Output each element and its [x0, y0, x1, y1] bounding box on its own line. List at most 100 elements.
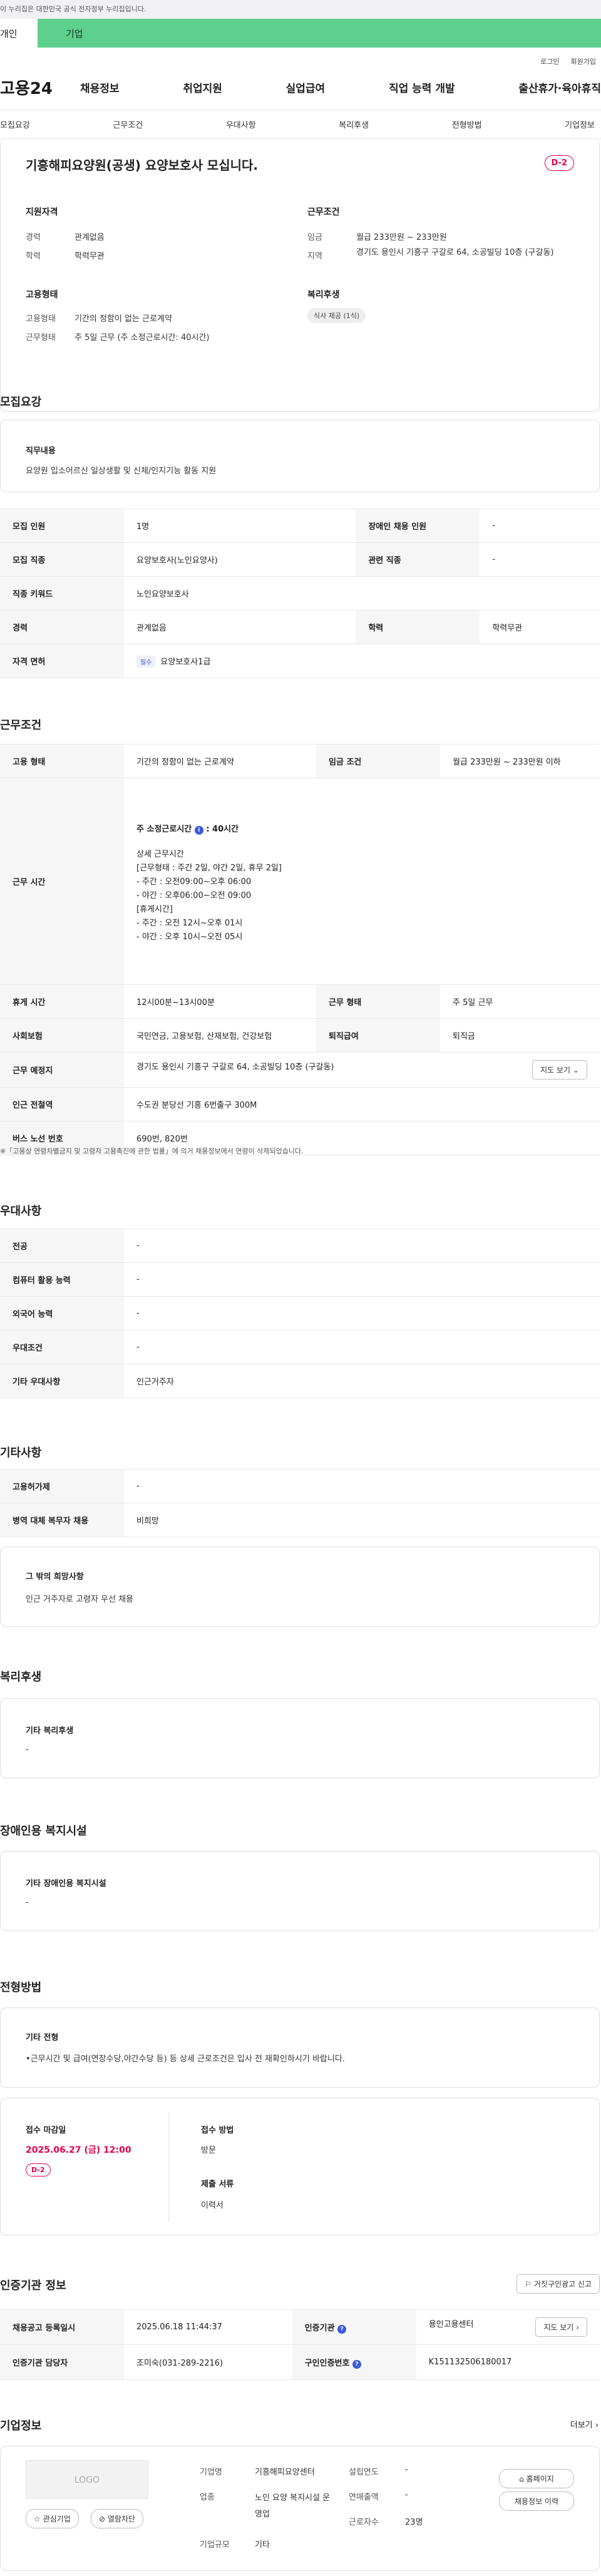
job-history-button[interactable]: 채용정보 이력	[499, 2491, 574, 2511]
region-label: 지역	[307, 252, 322, 261]
hours-value: : 40시간	[206, 824, 239, 834]
row-label: 퇴직급여	[316, 1018, 441, 1053]
table-row: 인근 전철역 수도권 분당선 기흥 6번출구 300M	[0, 1087, 600, 1121]
size-value: 기타	[255, 2540, 270, 2550]
welfare-box: 기타 복리후생 -	[0, 1698, 600, 1778]
work-value: 주 5일 근무 (주 소정근로시간: 40시간)	[74, 333, 210, 343]
table-row: 직종 키워드 노인요양보호사	[0, 576, 600, 611]
row-value: -	[124, 1296, 600, 1331]
gnb-jobs[interactable]: 채용정보	[80, 80, 120, 95]
row-value: -	[480, 508, 600, 543]
career-label: 경력	[26, 233, 41, 242]
gnb-unemployment-benefit[interactable]: 실업급여	[286, 80, 326, 95]
gnb-employment-support[interactable]: 취업지원	[183, 80, 222, 95]
anchor-recruit[interactable]: 모집요강	[0, 118, 30, 130]
chevron-right-icon: ›	[595, 2421, 598, 2430]
block-view-button[interactable]: ⊘ 열람차단	[91, 2509, 144, 2528]
login-link[interactable]: 로그인	[540, 56, 559, 66]
emp-type-value: 기간의 정함이 없는 근로계약	[74, 314, 172, 324]
welfare-label: 기타 복리후생	[26, 1726, 74, 1736]
anchor-welfare[interactable]: 복리후생	[339, 118, 369, 130]
tab-company[interactable]: 기업	[38, 19, 601, 48]
prefer-table: 전공 - 컴퓨터 활용 능력 - 외국어 능력 - 우대조건 - 기타 우대사항 인근거주…	[0, 1229, 600, 1398]
hours-title: 주 소정근로시간	[136, 824, 192, 834]
wage-value: 월급 233만원 ~ 233만원	[356, 233, 447, 242]
founded-label: 설립연도	[349, 2468, 379, 2477]
license-cell: 필수 요양보호사1급	[124, 644, 600, 678]
anchor-selection[interactable]: 전형방법	[452, 118, 482, 130]
hours-line: - 주간 : 오전 12시~오후 01시	[136, 918, 243, 928]
info-icon[interactable]: ?	[337, 2324, 347, 2334]
row-value: 주 5일 근무	[440, 984, 600, 1019]
table-row: 고용허가제 -	[0, 1469, 600, 1503]
qual-heading: 지원자격	[26, 207, 58, 217]
table-row: 고용 형태 기간의 정함이 없는 근로계약 임금 조건 월급 233만원 ~ 233만…	[0, 744, 600, 778]
gov-banner: 이 누리집은 대한민국 공식 전자정부 누리집입니다.	[0, 0, 601, 19]
edu-label: 학력	[26, 252, 41, 261]
row-label: 인증기관 담당자	[0, 2344, 124, 2380]
wish-box: 그 밖의 희망사항 인근 거주자로 고령자 우선 채용	[0, 1547, 600, 1627]
tab-personal[interactable]: 개인	[0, 19, 38, 48]
table-row: 병역 대체 복무자 채용 비희망	[0, 1503, 600, 1537]
row-label: 채용공고 등록일시	[0, 2309, 124, 2345]
site-logo[interactable]: 고용24	[0, 76, 79, 99]
gnb-vocational-training[interactable]: 직업 능력 개발	[389, 80, 455, 95]
table-row: 인증기관 담당자 조미숙(031-289-2216) 구인인증번호 ? K151132…	[0, 2344, 600, 2380]
row-value: 조미숙(031-289-2216)	[124, 2344, 292, 2380]
row-label: 컴퓨터 활용 능력	[0, 1262, 124, 1297]
block-icon: ⊘	[99, 2515, 106, 2523]
row-label: 사회보험	[0, 1018, 124, 1053]
favorite-company-button[interactable]: ☆ 관심기업	[26, 2509, 79, 2528]
row-label: 인증기관 ?	[292, 2309, 416, 2345]
anchor-conditions[interactable]: 근무조건	[113, 118, 143, 130]
row-value: -	[124, 1330, 600, 1364]
anchor-company[interactable]: 기업정보	[565, 118, 595, 130]
wish-label: 그 밖의 희망사항	[26, 1572, 84, 1582]
selection-value: •근무시간 및 급여(연장수당,야간수당 등) 등 상세 근로조건은 입사 전 …	[26, 2054, 345, 2064]
conditions-table: 고용 형태 기간의 정함이 없는 근로계약 임금 조건 월급 233만원 ~ 233만…	[0, 744, 600, 1155]
info-icon[interactable]: ?	[352, 2359, 362, 2369]
hours-cell: 주 소정근로시간 i : 40시간 상세 근무시간 [근무형태 : 주간 2일,…	[124, 778, 600, 985]
info-icon[interactable]: i	[194, 825, 203, 835]
join-link[interactable]: 회원가입	[571, 56, 596, 66]
age-law-note: ※「고용상 연령차별금지 및 고령자 고용촉진에 관한 법률」에 의거 채용정보…	[0, 1147, 304, 1155]
deadline-label: 접수 마감일	[26, 2126, 66, 2135]
hours-line: - 주간 : 오전09:00~오후 06:00	[136, 877, 252, 887]
user-type-tabs: 개인 기업	[0, 19, 601, 48]
gnb-parental-leave[interactable]: 출산휴가·육아휴직	[518, 80, 601, 95]
row-label: 고용허가제	[0, 1469, 124, 1503]
row-label: 휴게 시간	[0, 984, 124, 1019]
anchor-prefer[interactable]: 우대사항	[226, 118, 256, 130]
hours-line: [휴게시간]	[136, 904, 173, 914]
founded-value: -	[405, 2465, 408, 2475]
application-box: 접수 마감일 2025.06.27 (금) 12:00 D-2 접수 방법 방문…	[0, 2098, 600, 2235]
duty-label: 직무내용	[26, 446, 56, 456]
docs-label: 제출 서류	[201, 2180, 234, 2189]
selection-box: 기타 전형 •근무시간 및 급여(연장수당,야간수당 등) 등 상세 근로조건은…	[0, 2007, 600, 2088]
map-button[interactable]: 지도 보기 ⌄	[532, 1060, 587, 1079]
table-row: 우대조건 -	[0, 1330, 600, 1364]
industry-label: 업종	[200, 2493, 215, 2502]
edu-value: 학력무관	[74, 252, 105, 261]
row-label: 학력	[356, 610, 480, 644]
row-label: 근무 예정지	[0, 1052, 124, 1088]
welfare-section-heading: 복리후생	[0, 1671, 42, 1684]
row-label: 자격 면허	[0, 644, 124, 678]
row-value: 수도권 분당선 기흥 6번출구 300M	[124, 1087, 600, 1121]
company-more-link[interactable]: 더보기 ›	[570, 2418, 598, 2430]
divider	[168, 2112, 169, 2222]
chevron-right-icon: ›	[576, 2323, 579, 2332]
cert-heading: 인증기관 정보	[0, 2279, 66, 2292]
place-cell: 경기도 용인시 기흥구 구갈로 64, 소공빌딩 10층 (구갈동) 지도 보기 …	[124, 1052, 600, 1088]
duty-value: 요양원 입소어르신 일상생활 및 신체/인지기능 활동 지원	[26, 466, 217, 476]
row-value: 12시00분~13시00분	[124, 984, 317, 1019]
report-fake-ad-button[interactable]: ⚐ 거짓구인광고 신고	[516, 2274, 600, 2294]
row-label: 장애인 채용 인원	[356, 508, 480, 543]
hours-line: 상세 근무시간	[136, 849, 184, 859]
row-value: 관계없음	[124, 610, 356, 644]
homepage-button[interactable]: ⌂ 홈페이지	[499, 2469, 574, 2488]
table-row: 경력 관계없음 학력 학력무관	[0, 610, 600, 644]
disabled-value: -	[26, 1898, 29, 1907]
row-value: K151132506180017	[416, 2344, 600, 2380]
cert-map-button[interactable]: 지도 보기 ›	[535, 2317, 587, 2337]
